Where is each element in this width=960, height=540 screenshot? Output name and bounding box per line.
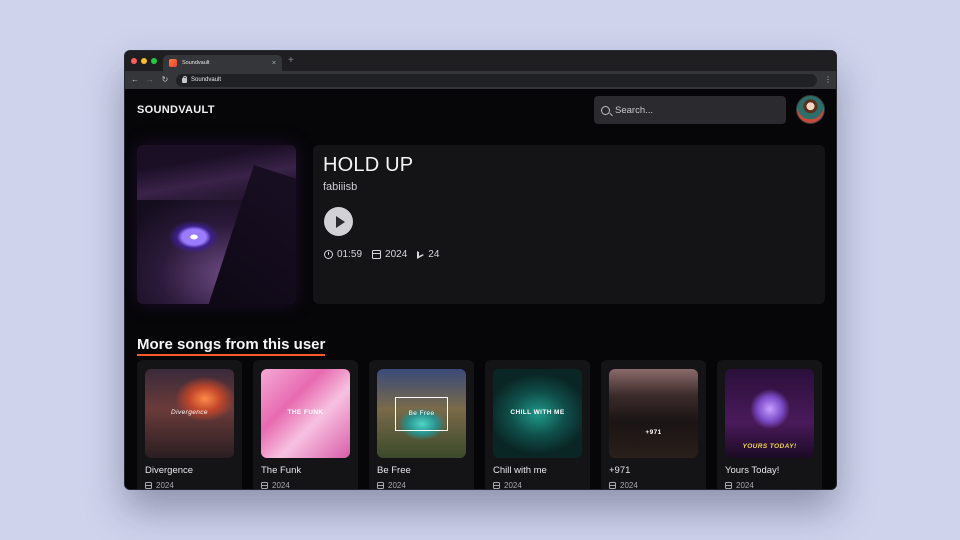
reload-button[interactable]: ↻ [161, 76, 169, 84]
window-controls [131, 58, 157, 64]
search-icon [601, 105, 610, 115]
play-icon [335, 215, 345, 228]
plays-icon [417, 250, 425, 259]
minimize-window-button[interactable] [141, 58, 147, 64]
card-cover-art: +971 [609, 369, 698, 458]
duration: 01:59 [324, 249, 362, 260]
song-card[interactable]: CHILL WITH ME Chill with me 2024 [485, 360, 590, 489]
card-year: 2024 [609, 481, 638, 489]
year-value: 2024 [385, 249, 408, 260]
card-year: 2024 [377, 481, 406, 489]
address-bar[interactable]: Soundvault [176, 73, 817, 87]
close-tab-icon[interactable]: × [272, 60, 276, 67]
calendar-icon [377, 482, 384, 489]
card-year-value: 2024 [388, 481, 406, 489]
card-year-value: 2024 [156, 481, 174, 489]
card-cover-art: CHILL WITH ME [493, 369, 582, 458]
calendar-icon [609, 482, 616, 489]
card-art-text: Be Free [395, 397, 448, 431]
card-art-text: Divergence [171, 409, 208, 416]
tab-title: Soundvault [182, 60, 210, 66]
back-button[interactable]: ← [131, 76, 139, 84]
song-card[interactable]: Divergence Divergence 2024 [137, 360, 242, 489]
tab-soundvault[interactable]: Soundvault × [163, 55, 282, 71]
card-title: Divergence [145, 465, 194, 476]
clock-icon [324, 250, 333, 259]
card-title: Chill with me [493, 465, 547, 476]
card-cover-art: THE FUNK [261, 369, 350, 458]
browser-window: Soundvault × + ← → ↻ Soundvault ⋮ SOUNDV… [125, 51, 836, 489]
song-card[interactable]: Be Free Be Free 2024 [369, 360, 474, 489]
forward-button[interactable]: → [146, 76, 154, 84]
card-year: 2024 [145, 481, 174, 489]
url-text: Soundvault [191, 77, 222, 83]
calendar-icon [261, 482, 268, 489]
song-card[interactable]: YOURS TODAY! Yours Today! 2024 [717, 360, 822, 489]
more-songs-heading: More songs from this user [137, 336, 326, 356]
song-title: HOLD UP [323, 154, 414, 176]
calendar-icon [372, 250, 382, 259]
release-year: 2024 [372, 249, 407, 260]
card-year: 2024 [261, 481, 290, 489]
card-cover-art: Be Free [377, 369, 466, 458]
card-cover-art: Divergence [145, 369, 234, 458]
page-content: SOUNDVAULT HOLD UP fabiiisb 01:59 2024 [125, 89, 836, 489]
song-card[interactable]: +971 +971 2024 [601, 360, 706, 489]
card-art-text: THE FUNK [287, 409, 324, 416]
card-title: The Funk [261, 465, 302, 476]
card-year-value: 2024 [272, 481, 290, 489]
browser-toolbar: ← → ↻ Soundvault ⋮ [125, 71, 836, 89]
song-details-panel: HOLD UP fabiiisb 01:59 2024 24 [313, 145, 825, 304]
browser-menu-button[interactable]: ⋮ [824, 76, 832, 84]
lock-icon [182, 75, 188, 83]
song-meta: 01:59 2024 24 [324, 249, 439, 260]
card-title: Be Free [377, 465, 411, 476]
card-year-value: 2024 [620, 481, 638, 489]
plays-value: 24 [428, 249, 440, 260]
search-bar[interactable] [594, 96, 786, 124]
card-year-value: 2024 [504, 481, 522, 489]
card-year-value: 2024 [736, 481, 754, 489]
card-art-text: YOURS TODAY! [742, 443, 797, 450]
song-cover-art [137, 145, 296, 304]
site-logo[interactable]: SOUNDVAULT [137, 104, 215, 116]
user-avatar[interactable] [796, 95, 825, 124]
card-year: 2024 [725, 481, 754, 489]
card-cover-art: YOURS TODAY! [725, 369, 814, 458]
song-artist-link[interactable]: fabiiisb [323, 181, 357, 193]
close-window-button[interactable] [131, 58, 137, 64]
tab-strip: Soundvault × + [125, 51, 836, 71]
play-count: 24 [417, 249, 439, 260]
favicon-icon [169, 59, 177, 67]
card-title: Yours Today! [725, 465, 780, 476]
new-tab-button[interactable]: + [288, 56, 294, 66]
card-title: +971 [609, 465, 631, 476]
calendar-icon [145, 482, 152, 489]
calendar-icon [725, 482, 732, 489]
calendar-icon [493, 482, 500, 489]
duration-value: 01:59 [337, 249, 363, 260]
more-songs-list: Divergence Divergence 2024 THE FUNK The … [137, 360, 822, 489]
maximize-window-button[interactable] [151, 58, 157, 64]
song-card[interactable]: THE FUNK The Funk 2024 [253, 360, 358, 489]
card-art-text: +971 [645, 429, 662, 436]
play-button[interactable] [324, 207, 353, 236]
card-art-text: CHILL WITH ME [510, 409, 565, 416]
card-year: 2024 [493, 481, 522, 489]
search-input[interactable] [615, 104, 775, 116]
